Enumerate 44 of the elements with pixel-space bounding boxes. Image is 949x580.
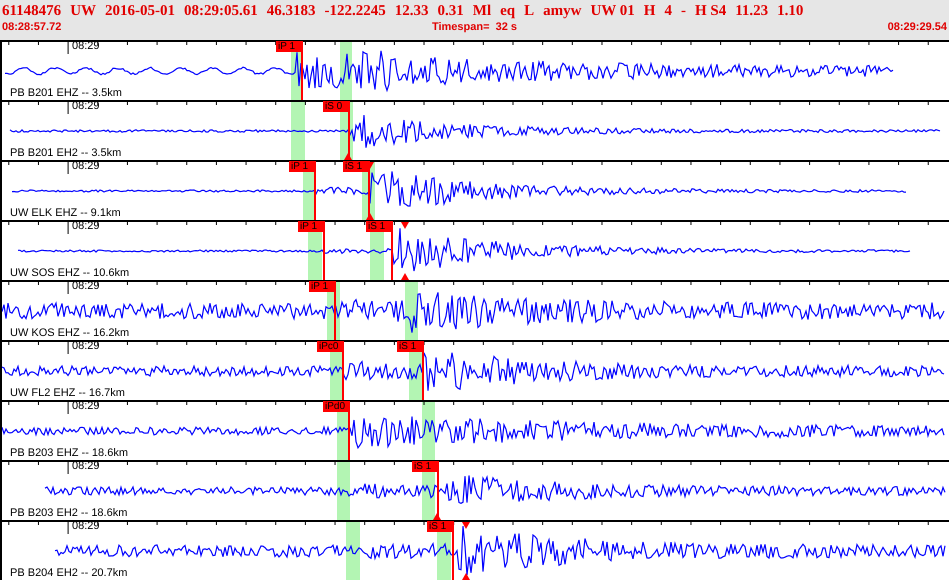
event-field: 46.3183 <box>266 2 316 20</box>
station-label: PB B203 EH2 -- 18.6km <box>10 507 128 520</box>
station-label: PB B201 EH2 -- 3.5km <box>10 147 122 160</box>
pick-window <box>346 520 360 580</box>
event-field: 1.10 <box>777 2 804 20</box>
pick-label[interactable]: iP 1 <box>276 41 303 52</box>
event-field: H S4 <box>694 2 726 20</box>
station-label: UW FL2 EHZ -- 16.7km <box>10 387 125 400</box>
event-field: L <box>524 2 534 20</box>
station-label: PB B203 EHZ -- 18.6km <box>10 447 128 460</box>
event-field: 11.23 <box>735 2 768 20</box>
event-field: - <box>680 2 686 20</box>
station-label: UW SOS EHZ -- 10.6km <box>10 267 130 280</box>
pick-label[interactable]: iP 1 <box>309 281 336 292</box>
timespan-label: Timespan= 32 s <box>432 20 518 34</box>
event-field: H <box>644 2 656 20</box>
pick-label[interactable]: iS 1 <box>412 461 439 472</box>
event-field: UW 01 <box>590 2 635 20</box>
event-field: 12.33 <box>394 2 429 20</box>
event-field: -122.2245 <box>324 2 386 20</box>
event-field: eq <box>500 2 516 20</box>
station-label: UW ELK EHZ -- 9.1km <box>10 207 121 220</box>
event-field: 61148476 <box>2 2 62 20</box>
station-label: UW KOS EHZ -- 16.2km <box>10 327 130 340</box>
event-field: UW <box>70 2 96 20</box>
pick-label[interactable]: iS 1 <box>397 341 424 352</box>
pick-marker-icon <box>462 573 470 580</box>
pick-label[interactable]: iP 1 <box>298 221 325 232</box>
event-field: Ml <box>472 2 492 20</box>
end-time: 08:29:29.54 <box>888 20 947 34</box>
event-field: 4 <box>664 2 672 20</box>
pick-label[interactable]: iPd0 <box>323 401 350 412</box>
start-time: 08:28:57.72 <box>2 20 62 34</box>
event-field: 0.31 <box>438 2 464 20</box>
pick-label[interactable]: iP 1 <box>289 161 316 172</box>
station-label: PB B201 EHZ -- 3.5km <box>10 87 122 100</box>
pick-label[interactable]: iPc0 <box>317 341 344 352</box>
pick-window <box>291 100 305 160</box>
event-field: 08:29:05.61 <box>184 2 258 20</box>
station-label: PB B204 EH2 -- 20.7km <box>10 567 128 580</box>
event-field: amyw <box>543 2 582 20</box>
pick-window <box>337 460 350 520</box>
pick-label[interactable]: iS 0 <box>323 101 350 112</box>
event-field: 2016-05-01 <box>105 2 176 20</box>
